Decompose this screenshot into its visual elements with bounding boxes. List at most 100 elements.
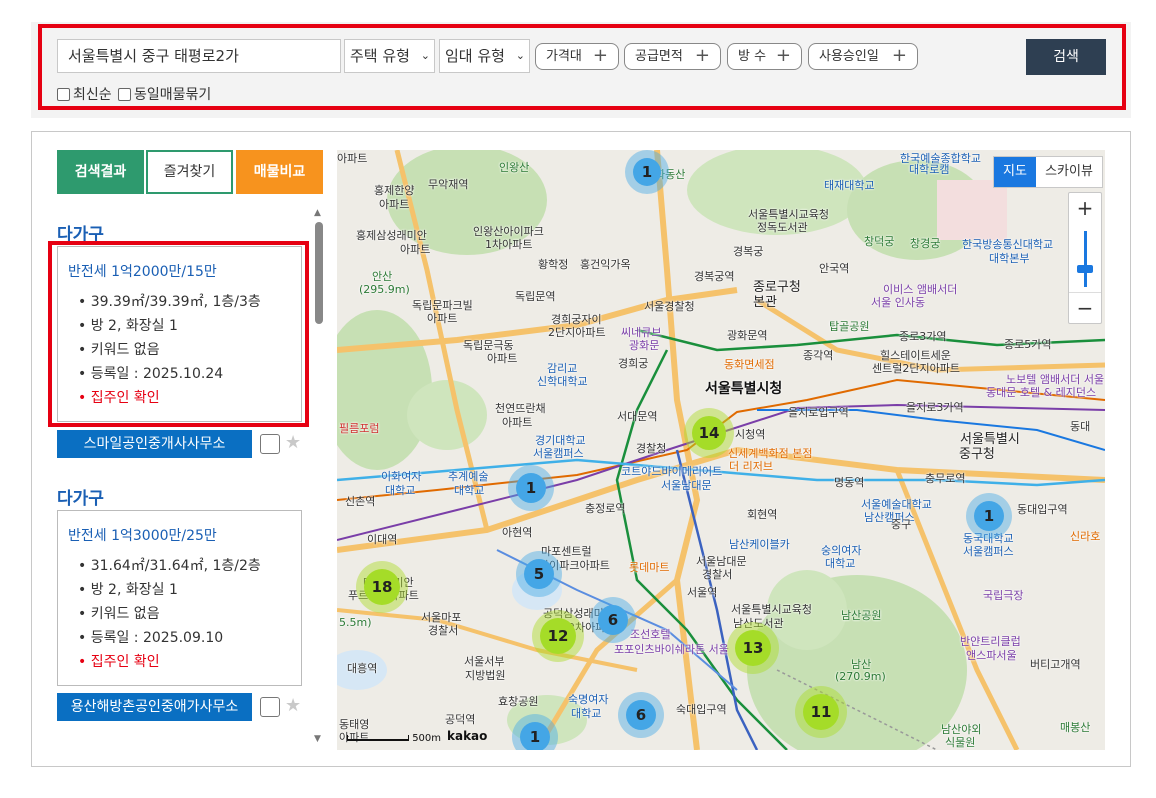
map-label: 동대입구역 — [1017, 503, 1068, 516]
map-label: 동대 — [1070, 420, 1091, 433]
compare-checkbox[interactable] — [260, 697, 280, 717]
search-button[interactable]: 검색 — [1026, 39, 1106, 75]
plus-icon: + — [775, 45, 791, 66]
map-label: 종로3가역 — [899, 330, 947, 343]
listing-cluster[interactable]: 18 — [356, 561, 408, 613]
housing-type-select[interactable]: 주택 유형 ⌄ — [344, 39, 435, 73]
map-label: 경복궁역 — [694, 270, 735, 283]
star-icon[interactable]: ★ — [285, 434, 301, 452]
tab-compare[interactable]: 매물비교 — [236, 150, 323, 194]
map-label: 광화문역 — [727, 329, 768, 342]
listing-price[interactable]: 반전세 1억3000만/25만 — [68, 525, 217, 545]
agent-button[interactable]: 스마일공인중개사사무소 — [57, 430, 252, 458]
lease-type-select[interactable]: 임대 유형 ⌄ — [439, 39, 530, 73]
zoom-out-button[interactable]: − — [1069, 292, 1101, 323]
rooms-filter-button[interactable]: 방 수 + — [727, 43, 802, 70]
map-type-map-button[interactable]: 지도 — [994, 157, 1036, 187]
scrollbar-thumb[interactable] — [315, 222, 323, 324]
listing-cluster[interactable]: 14 — [684, 408, 734, 458]
map-label: 필름포럼 — [339, 422, 380, 435]
map-label: 아파트 — [487, 352, 518, 365]
scroll-up-arrow[interactable]: ▲ — [314, 208, 321, 218]
listing-cluster[interactable]: 1 — [625, 150, 669, 194]
zoom-in-button[interactable]: + — [1069, 193, 1101, 223]
zoom-slider-handle[interactable] — [1077, 265, 1093, 273]
map-label: 종로5가역 — [1004, 338, 1052, 351]
listing-cluster[interactable]: 5 — [516, 551, 562, 597]
group-same-listing-checkbox[interactable]: 동일매물묶기 — [118, 84, 211, 104]
approval-date-filter-button[interactable]: 사용승인일 + — [808, 43, 918, 70]
tab-search-results[interactable]: 검색결과 — [57, 150, 144, 194]
listing-registered-date: • 등록일 : 2025.09.10 — [78, 630, 224, 646]
listing-keywords: • 키워드 없음 — [78, 606, 160, 622]
map-label: 명동역 — [834, 476, 865, 489]
map-label: 서울경찰청 — [644, 300, 695, 313]
scroll-down-arrow[interactable]: ▼ — [314, 734, 321, 744]
map-label: 남산케이블카 — [729, 538, 790, 551]
zoom-control: + − — [1068, 192, 1102, 324]
checkbox-box[interactable] — [118, 87, 131, 101]
highlight-frame-listing — [48, 241, 309, 427]
map-label: 2단지아파트 — [548, 326, 606, 339]
listing-card[interactable]: 반전세 1억3000만/25만 • 31.64㎡/31.64㎡, 1층/2층 •… — [57, 510, 302, 686]
checkbox-box[interactable] — [57, 87, 70, 101]
agent-button[interactable]: 용산해방촌공인중애가사무소 — [57, 693, 252, 721]
tab-favorites[interactable]: 즐겨찾기 — [146, 150, 233, 194]
map-label: 서울역 — [687, 586, 718, 599]
map-label: 신촌역 — [345, 495, 376, 508]
map-label: 대학교 — [571, 707, 602, 720]
area-filter-button[interactable]: 공급면적 + — [624, 43, 721, 70]
map-label: 버티고개역 — [1030, 658, 1081, 671]
listing-cluster[interactable]: 1 — [966, 493, 1012, 539]
map-type-toggle: 지도 스카이뷰 — [993, 156, 1103, 188]
map-label: 황학정 — [538, 258, 569, 271]
listing-rooms: • 방 2, 화장실 1 — [78, 582, 178, 598]
map-label: 서대문역 — [617, 410, 658, 423]
map-label: 이대역 — [367, 533, 398, 546]
listing-cluster[interactable]: 13 — [727, 622, 779, 674]
listing-cluster[interactable]: 1 — [508, 465, 554, 511]
map-label: 대학본부 — [989, 252, 1030, 265]
map-label: (295.9m) — [359, 283, 410, 296]
latest-order-label: 최신순 — [73, 87, 112, 103]
map-label: 경찰서 — [428, 624, 459, 637]
address-input[interactable]: 서울특별시 중구 태평로2가 — [57, 39, 341, 73]
map-label: 홍건익가옥 — [580, 258, 631, 271]
compare-checkbox[interactable] — [260, 434, 280, 454]
map-label: 시청역 — [735, 428, 766, 441]
map-label: 앤스파서울 — [966, 649, 1017, 662]
map-label: 아파트 — [400, 243, 431, 256]
map-label: 충무로역 — [925, 472, 966, 485]
listing-cluster[interactable]: 12 — [532, 610, 584, 662]
plus-icon: + — [694, 45, 710, 66]
map-label: (270.9m) — [835, 670, 886, 683]
map-view[interactable]: 아파트 인왕산 무악재역 홍제한양 아파트 홍제삼성래미안 아파트 인왕산아이파… — [337, 150, 1105, 750]
map-label: 중구 — [891, 518, 912, 531]
price-filter-button[interactable]: 가격대 + — [535, 43, 619, 70]
zoom-slider-track[interactable] — [1084, 231, 1087, 287]
latest-order-checkbox[interactable]: 최신순 — [57, 84, 112, 104]
map-label: 서울특별시청 — [705, 381, 783, 397]
map-label: 광화문 — [629, 339, 660, 352]
map-label: 더 리저브 — [729, 460, 773, 473]
map-label: 독립문역 — [515, 290, 556, 303]
listing-cluster[interactable]: 11 — [795, 686, 847, 738]
map-label: 아파트 — [502, 416, 533, 429]
group-same-listing-label: 동일매물묶기 — [134, 87, 212, 103]
listing-owner-verified: • 집주인 확인 — [78, 654, 160, 670]
map-label: 태재대학교 — [824, 179, 875, 192]
listing-cluster[interactable]: 6 — [590, 597, 636, 643]
map-type-skyview-button[interactable]: 스카이뷰 — [1036, 157, 1102, 187]
area-filter-label: 공급면적 — [635, 49, 683, 64]
listing-cluster[interactable]: 6 — [618, 692, 664, 738]
map-label: 동화면세점 — [724, 358, 775, 371]
map-label: 을지로3가역 — [906, 401, 964, 414]
star-icon[interactable]: ★ — [285, 697, 301, 715]
map-label: 아파트 — [427, 312, 458, 325]
map-label: 경찰서 — [702, 568, 733, 581]
scale-bar — [347, 735, 409, 741]
map-label: 안산 — [372, 270, 393, 283]
map-label: 포포인츠바이쉐라톤 서울 — [614, 643, 729, 656]
map-label: 신학대학교 — [537, 375, 588, 388]
map-label: 신라호 — [1070, 530, 1101, 543]
